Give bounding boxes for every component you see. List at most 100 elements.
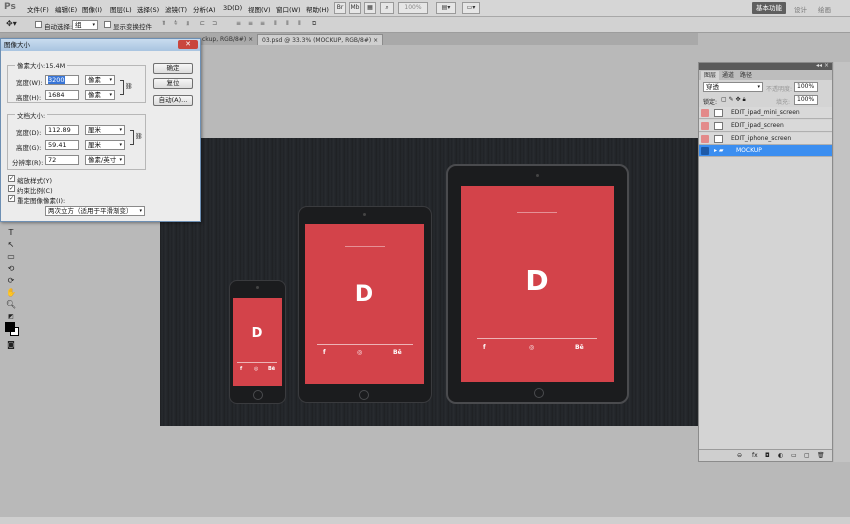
workspace-design[interactable]: 设计 (794, 4, 807, 14)
width-unit-select[interactable]: 像素 ▾ (85, 75, 115, 85)
close-icon[interactable]: × (248, 36, 253, 43)
layer-name: MOCKUP (736, 147, 762, 154)
eye-icon[interactable] (701, 109, 709, 117)
tab-label: ckup, RGB/8#) (202, 36, 247, 43)
trash-icon[interactable]: 🗑︎ (817, 452, 825, 459)
doc-height-input[interactable]: 59.41 (45, 140, 79, 150)
arrange-icon[interactable]: ▤▾ (436, 2, 456, 14)
new-layer-icon[interactable]: ▢ (804, 452, 810, 459)
workspace-painting[interactable]: 绘画 (818, 4, 831, 14)
menu-select[interactable]: 选择(S) (137, 4, 159, 14)
tab-channels[interactable]: 通道 (719, 71, 737, 80)
eye-icon[interactable] (701, 135, 709, 143)
zoom-tool-icon[interactable]: 🔍︎ (5, 300, 17, 310)
default-colors-icon[interactable]: ◩ (5, 312, 17, 322)
auto-align-icon[interactable]: ⧉ (312, 20, 322, 29)
3d-rotate-icon[interactable]: ⟲ (5, 264, 17, 274)
menu-view[interactable]: 视图(V) (248, 4, 271, 14)
menu-edit[interactable]: 编辑(E) (55, 4, 77, 14)
fx-icon[interactable]: fx (752, 452, 758, 459)
tab-paths[interactable]: 路径 (737, 71, 755, 80)
blend-mode-select[interactable]: 穿透 ▾ (703, 82, 763, 92)
tab-layers[interactable]: 图层 (701, 71, 720, 80)
menu-file[interactable]: 文件(F) (27, 4, 49, 14)
tab-document-2[interactable]: 03.psd @ 33.3% (MOCKUP, RGB/8#) × (257, 34, 384, 45)
resample-method-select[interactable]: 两次立方（适用于平滑渐变） ▾ (45, 206, 145, 216)
doc-height-unit-select[interactable]: 厘米 ▾ (85, 140, 125, 150)
menu-layer[interactable]: 图层(L) (110, 4, 132, 14)
screen-mode-icon[interactable]: ▭▾ (462, 2, 480, 14)
workspace-essentials-button[interactable]: 基本功能 (752, 2, 786, 14)
height-unit-select[interactable]: 像素 ▾ (85, 90, 115, 100)
eye-icon[interactable] (701, 122, 709, 130)
distribute-hcenter-icon[interactable]: ⦀ (286, 20, 296, 29)
type-tool-icon[interactable]: T (5, 228, 17, 238)
align-top-icon[interactable]: ⫪ (162, 20, 172, 29)
align-hcenter-icon[interactable]: ⊐ (212, 20, 222, 29)
distribute-left-icon[interactable]: ⦀ (274, 20, 284, 29)
distribute-top-icon[interactable]: ≡ (236, 20, 246, 29)
path-select-icon[interactable]: ↖ (5, 240, 17, 250)
lock-icons[interactable]: ▢ ✎ ✥ 🔒︎ (721, 96, 746, 104)
doc-width-unit: 厘米 (88, 126, 101, 134)
layer-row[interactable]: EDIT_ipad_screen (699, 120, 832, 132)
menu-window[interactable]: 窗口(W) (276, 4, 301, 14)
constrain-checkbox[interactable]: ✓ (8, 185, 15, 192)
tab-document-1[interactable]: ckup, RGB/8#) × (198, 34, 257, 45)
menu-filter[interactable]: 滤镜(T) (165, 4, 187, 14)
zoom-level[interactable]: 100% (398, 2, 428, 14)
doc-width-input[interactable]: 112.89 (45, 125, 79, 135)
layer-row-selected[interactable]: ▸ ▰ MOCKUP (699, 145, 832, 157)
minibridge-icon[interactable]: Mb (349, 2, 361, 14)
facebook-icon: f (483, 344, 486, 351)
show-transform-checkbox[interactable] (104, 21, 111, 28)
move-tool-icon[interactable]: ✥▾ (6, 19, 17, 28)
guides-icon[interactable]: ▦ (364, 2, 376, 14)
doc-width-unit-select[interactable]: 厘米 ▾ (85, 125, 125, 135)
hand-tool-icon[interactable]: ✋ (5, 288, 17, 298)
fill-input[interactable]: 100% (794, 95, 818, 105)
shape-tool-icon[interactable]: ▭ (5, 252, 17, 262)
distribute-bottom-icon[interactable]: ≡ (260, 20, 270, 29)
opacity-input[interactable]: 100% (794, 82, 818, 92)
menu-analysis[interactable]: 分析(A) (193, 4, 216, 14)
adjustment-icon[interactable]: ◐ (778, 452, 783, 459)
document-canvas[interactable]: D f ◎ Bē D f ◎ Bē D f ◎ Bē (160, 138, 698, 426)
layer-row[interactable]: EDIT_ipad_mini_screen (699, 107, 832, 119)
close-icon[interactable]: ✕ (178, 40, 198, 49)
foreground-color-swatch[interactable] (5, 322, 15, 332)
height-input[interactable]: 1684 (45, 90, 79, 100)
distribute-vcenter-icon[interactable]: ≡ (248, 20, 258, 29)
close-icon[interactable]: × (373, 37, 378, 44)
resolution-unit-select[interactable]: 像素/英寸 ▾ (85, 155, 125, 165)
eye-icon[interactable] (701, 147, 709, 155)
mask-icon[interactable]: ◘ (765, 452, 770, 459)
distribute-right-icon[interactable]: ⦀ (298, 20, 308, 29)
resample-checkbox[interactable]: ✓ (8, 195, 15, 202)
3d-camera-icon[interactable]: ⟳ (5, 276, 17, 286)
panel-tab-bar: 图层 通道 路径 (699, 70, 832, 80)
layer-row[interactable]: EDIT_iphone_screen (699, 133, 832, 145)
link-layers-icon[interactable]: ⊖ (737, 452, 742, 459)
align-vcenter-icon[interactable]: ⫩ (174, 20, 184, 29)
resolution-input[interactable]: 72 (45, 155, 79, 165)
auto-select-dropdown[interactable]: 组 ▾ (72, 20, 98, 30)
resample-label: 重定图像像素(I): (17, 197, 66, 205)
auto-button[interactable]: 自动(A)... (153, 95, 193, 106)
ok-button[interactable]: 确定 (153, 63, 193, 74)
auto-select-checkbox[interactable] (35, 21, 42, 28)
bridge-icon[interactable]: Br (334, 2, 346, 14)
new-group-icon[interactable]: ▭ (791, 452, 797, 459)
width-input[interactable]: 3200 (45, 75, 79, 85)
menu-3d[interactable]: 3D(D) (223, 4, 242, 12)
scale-styles-checkbox[interactable]: ✓ (8, 175, 15, 182)
reset-button[interactable]: 复位 (153, 78, 193, 89)
quick-mask-icon[interactable]: ◙ (5, 340, 17, 350)
show-transform-label: 显示变换控件 (113, 23, 152, 31)
menu-help[interactable]: 帮助(H) (306, 4, 329, 14)
collapse-icon[interactable]: ◂◂ × (816, 62, 829, 69)
align-left-icon[interactable]: ⊏ (200, 20, 210, 29)
zoom-tool-icon[interactable]: ⌕ (380, 2, 394, 14)
menu-image[interactable]: 图像(I) (82, 4, 102, 14)
align-bottom-icon[interactable]: ⫫ (186, 20, 196, 29)
